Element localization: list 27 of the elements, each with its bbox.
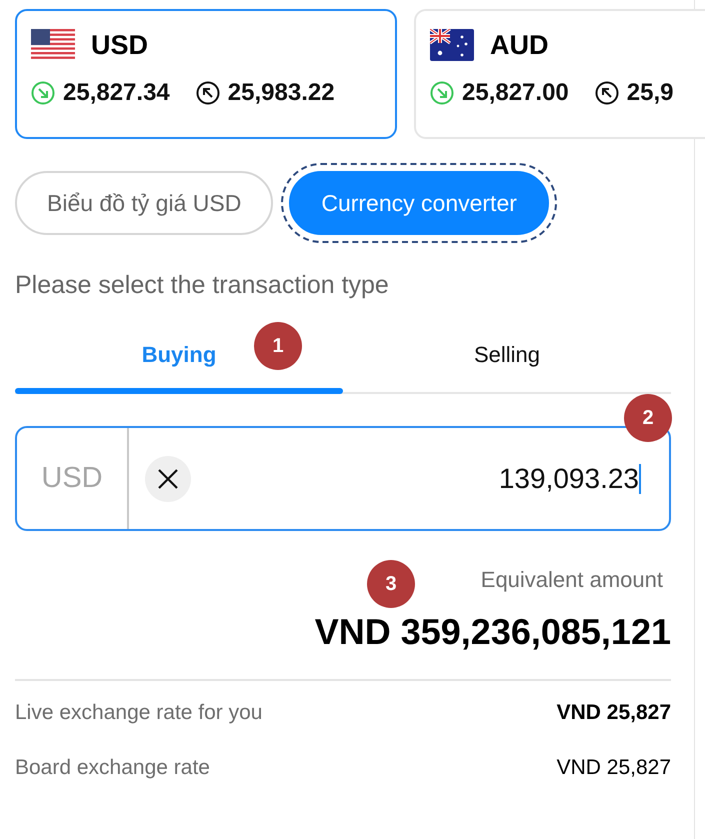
- currency-prefix: USD: [17, 428, 129, 529]
- au-flag-icon: [430, 29, 474, 61]
- amount-value: 139,093.23: [498, 462, 639, 494]
- rate-label: Board exchange rate: [15, 756, 210, 780]
- rate-value: VND 25,827: [556, 701, 671, 725]
- currency-card[interactable]: USD 25,827.34 25,983.22: [15, 9, 397, 139]
- equivalent-amount: VND 359,236,085,121: [314, 611, 671, 653]
- rate-label: Live exchange rate for you: [15, 701, 262, 725]
- view-toggle-button[interactable]: Biểu đồ tỷ giá USD: [15, 171, 274, 235]
- currency-card[interactable]: AUD 25,827.00 25,9: [414, 9, 705, 139]
- step-number-badge: 2: [624, 394, 672, 442]
- currency-code: USD: [91, 30, 148, 60]
- transaction-type-prompt: Please select the transaction type: [15, 271, 390, 300]
- sell-rate: 25,9: [626, 79, 674, 107]
- rate-value: VND 25,827: [556, 756, 671, 780]
- text-cursor: [639, 464, 641, 494]
- step-number-badge: 3: [367, 560, 415, 608]
- transaction-tab[interactable]: Selling: [343, 330, 671, 392]
- buy-rate: 25,827.34: [63, 79, 170, 107]
- sell-rate: 25,983.22: [228, 79, 335, 107]
- buy-rate: 25,827.00: [462, 79, 569, 107]
- step-number-badge: 1: [254, 322, 302, 370]
- clear-button[interactable]: [145, 456, 191, 502]
- us-flag-icon: [31, 29, 75, 61]
- currency-code: AUD: [490, 30, 548, 60]
- equivalent-amount-label: Equivalent amount: [480, 567, 663, 593]
- close-icon: [157, 468, 179, 490]
